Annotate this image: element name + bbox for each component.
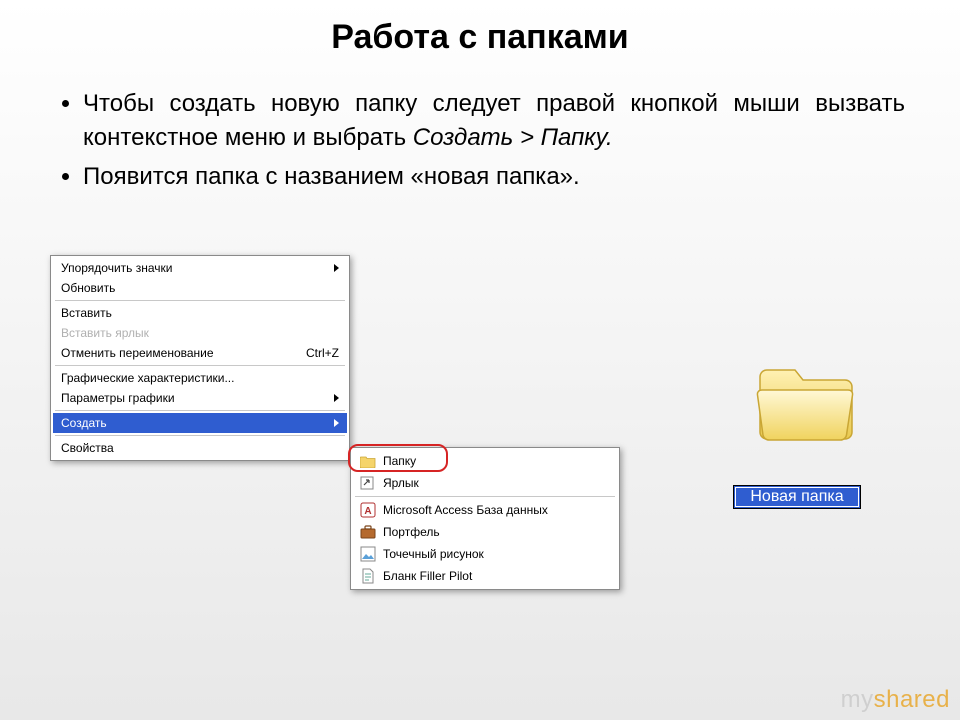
page-title: Работа с папками: [0, 0, 960, 57]
submenu-arrow-icon: [334, 419, 339, 427]
shortcut-icon: [359, 475, 377, 491]
submenu-folder[interactable]: Папку: [353, 450, 617, 472]
bullet-1: Чтобы создать новую папку следует правой…: [83, 87, 905, 154]
menu-paste-shortcut: Вставить ярлык: [53, 323, 347, 343]
menu-properties[interactable]: Свойства: [53, 438, 347, 458]
menu-item-label: Параметры графики: [61, 391, 334, 405]
menu-item-label: Обновить: [61, 281, 339, 295]
bullet-list: Чтобы создать новую папку следует правой…: [55, 87, 905, 194]
create-submenu: Папку Ярлык A Microsoft Access База данн…: [350, 447, 620, 590]
submenu-bitmap[interactable]: Точечный рисунок: [353, 543, 617, 565]
submenu-item-label: Microsoft Access База данных: [383, 503, 548, 517]
menu-paste[interactable]: Вставить: [53, 303, 347, 323]
submenu-arrow-icon: [334, 264, 339, 272]
folder-icon: [359, 453, 377, 469]
menu-item-label: Вставить: [61, 306, 339, 320]
menu-item-label: Упорядочить значки: [61, 261, 334, 275]
submenu-item-label: Точечный рисунок: [383, 547, 484, 561]
menu-graphics-chars[interactable]: Графические характеристики...: [53, 368, 347, 388]
submenu-arrow-icon: [334, 394, 339, 402]
watermark-part-b: shared: [874, 686, 950, 713]
menu-item-label: Свойства: [61, 441, 339, 455]
access-icon: A: [359, 502, 377, 518]
menu-separator: [55, 365, 345, 366]
large-folder-icon: [750, 355, 860, 455]
svg-text:A: A: [364, 506, 371, 517]
submenu-filler-pilot[interactable]: Бланк Filler Pilot: [353, 565, 617, 587]
bitmap-icon: [359, 546, 377, 562]
menu-refresh[interactable]: Обновить: [53, 278, 347, 298]
watermark-part-a: my: [841, 686, 874, 713]
screenshot-area: Упорядочить значки Обновить Вставить Вст…: [50, 255, 910, 635]
menu-separator: [55, 410, 345, 411]
menu-graphics-params[interactable]: Параметры графики: [53, 388, 347, 408]
context-menu: Упорядочить значки Обновить Вставить Вст…: [50, 255, 350, 461]
submenu-access-db[interactable]: A Microsoft Access База данных: [353, 499, 617, 521]
bullet-2: Появится папка с названием «новая папка»…: [83, 160, 905, 194]
menu-item-label: Вставить ярлык: [61, 326, 339, 340]
menu-item-label: Создать: [61, 416, 334, 430]
watermark: myshared: [841, 686, 950, 714]
menu-create[interactable]: Создать: [53, 413, 347, 433]
submenu-item-label: Портфель: [383, 525, 440, 539]
menu-item-label: Отменить переименование: [61, 346, 286, 360]
document-icon: [359, 568, 377, 584]
briefcase-icon: [359, 524, 377, 540]
menu-separator: [55, 435, 345, 436]
submenu-item-label: Бланк Filler Pilot: [383, 569, 472, 583]
menu-separator: [355, 496, 615, 497]
menu-separator: [55, 300, 345, 301]
bullet-1-emphasis: Создать > Папку.: [413, 124, 613, 151]
menu-item-label: Графические характеристики...: [61, 371, 339, 385]
submenu-item-label: Папку: [383, 454, 416, 468]
menu-arrange-icons[interactable]: Упорядочить значки: [53, 258, 347, 278]
submenu-shortcut[interactable]: Ярлык: [353, 472, 617, 494]
submenu-item-label: Ярлык: [383, 476, 419, 490]
submenu-briefcase[interactable]: Портфель: [353, 521, 617, 543]
new-folder-label[interactable]: Новая папка: [733, 485, 861, 509]
menu-undo-rename[interactable]: Отменить переименование Ctrl+Z: [53, 343, 347, 363]
menu-item-shortcut: Ctrl+Z: [306, 346, 339, 360]
